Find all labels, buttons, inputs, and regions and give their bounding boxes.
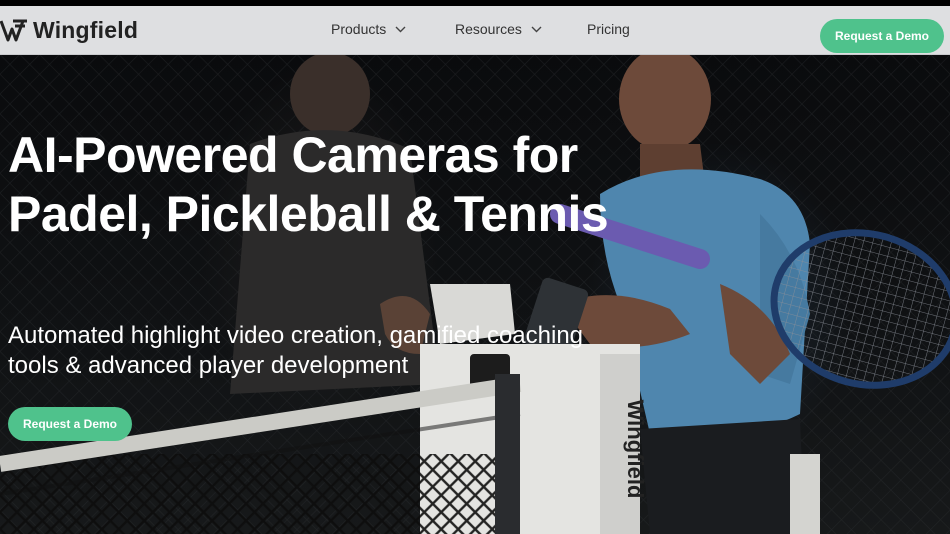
- chevron-down-icon: [531, 26, 542, 32]
- hero-request-demo-button[interactable]: Request a Demo: [8, 407, 132, 441]
- nav-products[interactable]: Products: [331, 21, 406, 37]
- brand-logo[interactable]: Wingfield: [0, 14, 138, 46]
- nav-pricing[interactable]: Pricing: [587, 21, 630, 37]
- top-navigation-bar: Wingfield Products Resources Pricing Req…: [0, 6, 950, 55]
- chevron-down-icon: [395, 26, 406, 32]
- nav-request-demo-button[interactable]: Request a Demo: [820, 19, 944, 53]
- nav-products-label: Products: [331, 21, 387, 37]
- camera-brand-text: Wingfield: [623, 400, 648, 499]
- nav-pricing-label: Pricing: [587, 21, 630, 37]
- wingfield-w-logo-icon: [0, 19, 27, 42]
- hero-subheadline: Automated highlight video creation, gami…: [8, 322, 584, 379]
- hero-headline: AI-Powered Cameras for Padel, Pickleball…: [8, 127, 609, 242]
- brand-name: Wingfield: [33, 16, 139, 43]
- nav-resources[interactable]: Resources: [455, 21, 542, 37]
- nav-resources-label: Resources: [455, 21, 522, 37]
